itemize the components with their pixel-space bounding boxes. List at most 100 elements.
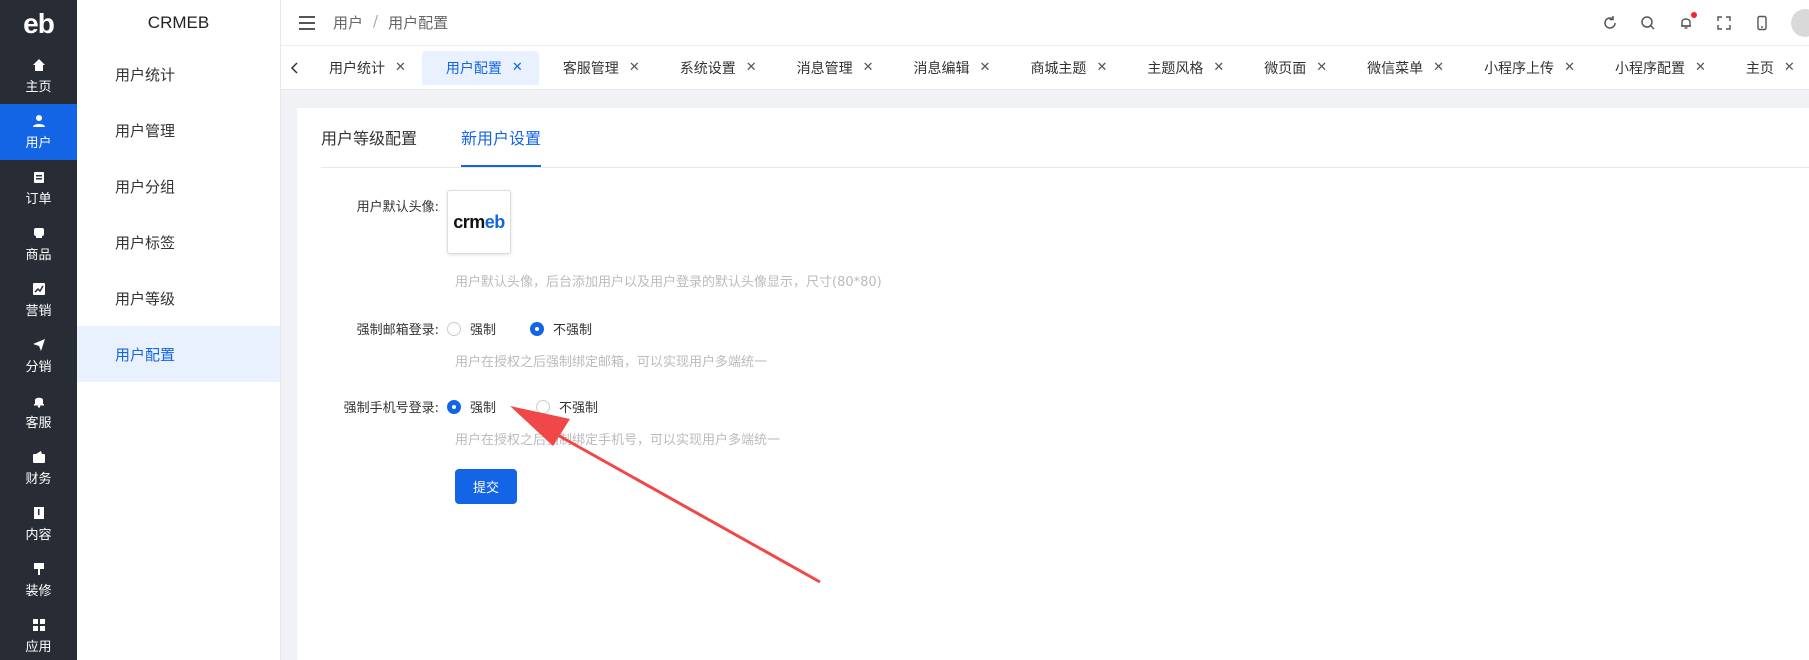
tab-message-manage[interactable]: 消息管理 ✕: [773, 51, 890, 85]
tab-label: 微页面: [1264, 60, 1307, 77]
rail-item-label: 营销: [25, 304, 52, 319]
notification-bell-icon[interactable]: [1677, 12, 1697, 32]
phone-not-force-radio[interactable]: 不强制: [536, 397, 598, 416]
tab-message-edit[interactable]: 消息编辑 ✕: [890, 51, 1007, 85]
app-logo[interactable]: eb: [0, 0, 77, 48]
fullscreen-icon[interactable]: [1715, 14, 1733, 32]
submit-button[interactable]: 提交: [455, 469, 517, 504]
rail-item-service[interactable]: 客服: [0, 384, 77, 440]
rail-item-label: 装修: [25, 584, 52, 599]
radio-circle: [447, 399, 461, 414]
tab-user-config[interactable]: 用户配置 ✕: [421, 50, 539, 85]
chevron-left-icon[interactable]: [285, 61, 305, 75]
inner-tabs: 用户等级配置 新用户设置: [321, 108, 1809, 168]
user-avatar[interactable]: [1791, 9, 1809, 37]
close-icon[interactable]: ✕: [1564, 60, 1575, 75]
breadcrumb-item-current: 用户配置: [388, 14, 449, 32]
tab-miniapp-upload[interactable]: 小程序上传 ✕: [1460, 51, 1591, 85]
rail-item-product[interactable]: 商品: [0, 216, 77, 272]
radio-label: 强制: [470, 323, 497, 338]
chart-icon: [31, 281, 47, 297]
close-icon[interactable]: ✕: [1316, 60, 1327, 75]
email-force-radio[interactable]: 强制: [447, 319, 496, 338]
default-avatar-upload[interactable]: crmeb: [447, 190, 511, 254]
tab-mall-theme[interactable]: 商城主题 ✕: [1006, 51, 1123, 85]
rail-item-label: 客服: [25, 416, 52, 431]
crmeb-logo-part-b: eb: [484, 211, 506, 232]
email-login-label: 强制邮箱登录:: [356, 323, 439, 338]
top-header: 用户 / 用户配置: [281, 0, 1809, 46]
email-not-force-radio[interactable]: 不强制: [530, 319, 592, 338]
avatar-row: 用户默认头像: crmeb: [297, 190, 511, 254]
submenu-item-user-stats[interactable]: 用户统计: [77, 46, 280, 102]
tab-label: 商城主题: [1030, 60, 1087, 77]
phone-login-row: 强制手机号登录: 强制 不强制: [297, 397, 598, 416]
submenu-item-user-level[interactable]: 用户等级: [77, 270, 280, 326]
close-icon[interactable]: ✕: [863, 60, 874, 75]
tab-new-user-settings[interactable]: 新用户设置: [461, 125, 542, 167]
submenu-item-user-config[interactable]: 用户配置: [77, 326, 280, 382]
phone-force-radio[interactable]: 强制: [447, 397, 496, 416]
phone-login-label: 强制手机号登录:: [343, 401, 439, 416]
tab-wechat-menu[interactable]: 微信菜单 ✕: [1343, 51, 1460, 85]
rail-item-apps[interactable]: 应用: [0, 608, 77, 660]
radio-circle: [447, 321, 461, 336]
tab-service-manage[interactable]: 客服管理 ✕: [539, 51, 656, 85]
tab-theme-style[interactable]: 主题风格 ✕: [1123, 51, 1240, 85]
rail-item-content[interactable]: 内容: [0, 496, 77, 552]
rail-item-label: 分销: [25, 360, 52, 375]
rail-item-marketing[interactable]: 营销: [0, 272, 77, 328]
submenu-item-user-group[interactable]: 用户分组: [77, 158, 280, 214]
avatar-label: 用户默认头像:: [356, 200, 439, 215]
wallet-icon: [31, 449, 47, 465]
rail-item-label: 内容: [25, 528, 52, 543]
book-icon: [31, 505, 47, 521]
close-icon[interactable]: ✕: [395, 60, 406, 75]
tab-label: 主题风格: [1147, 60, 1204, 77]
header-tools: [1601, 0, 1809, 46]
main-rail: eb 主页 用户 订单 商品 营销 分销 客服 财务 内容 装修 应用: [0, 0, 77, 660]
brush-icon: [31, 561, 47, 577]
close-icon[interactable]: ✕: [980, 60, 991, 75]
avatar-hint: 用户默认头像，后台添加用户以及用户登录的默认头像显示，尺寸(80*80): [455, 275, 882, 290]
submenu-item-user-tags[interactable]: 用户标签: [77, 214, 280, 270]
phone-login-hint: 用户在授权之后强制绑定手机号，可以实现用户多端统一: [455, 433, 781, 448]
close-icon[interactable]: ✕: [1784, 60, 1795, 75]
submenu-item-user-manage[interactable]: 用户管理: [77, 102, 280, 158]
close-icon[interactable]: ✕: [1695, 60, 1706, 75]
email-login-hint: 用户在授权之后强制绑定邮箱，可以实现用户多端统一: [455, 355, 768, 370]
rail-item-finance[interactable]: 财务: [0, 440, 77, 496]
close-icon[interactable]: ✕: [1096, 60, 1107, 75]
notification-dot: [1691, 12, 1697, 18]
breadcrumb-item-user[interactable]: 用户: [333, 12, 363, 33]
email-login-radio-group: 强制 不强制: [447, 319, 592, 338]
search-icon[interactable]: [1639, 14, 1657, 32]
send-icon: [31, 337, 47, 353]
menu-toggle-icon[interactable]: [299, 15, 315, 30]
rail-item-home[interactable]: 主页: [0, 48, 77, 104]
refresh-icon[interactable]: [1601, 14, 1619, 32]
close-icon[interactable]: ✕: [1433, 60, 1444, 75]
tab-micro-page[interactable]: 微页面 ✕: [1240, 51, 1343, 85]
close-icon[interactable]: ✕: [512, 60, 523, 75]
mobile-preview-icon[interactable]: [1753, 14, 1771, 32]
rail-item-distribution[interactable]: 分销: [0, 328, 77, 384]
tab-miniapp-config[interactable]: 小程序配置 ✕: [1591, 51, 1722, 85]
radio-circle: [536, 399, 551, 414]
tab-user-stats[interactable]: 用户统计 ✕: [305, 51, 422, 85]
rail-item-decoration[interactable]: 装修: [0, 552, 77, 608]
tab-user-level-config[interactable]: 用户等级配置: [321, 125, 417, 167]
rail-item-label: 订单: [25, 192, 52, 207]
tab-label: 小程序上传: [1484, 60, 1555, 77]
rail-item-user[interactable]: 用户: [0, 104, 77, 160]
content-card: 用户等级配置 新用户设置 用户默认头像: crmeb 用户默认头像，后台添加用户…: [297, 108, 1809, 660]
close-icon[interactable]: ✕: [629, 60, 640, 75]
close-icon[interactable]: ✕: [1213, 60, 1224, 75]
rail-item-label: 用户: [25, 136, 52, 151]
tab-label: 消息管理: [796, 60, 853, 77]
close-icon[interactable]: ✕: [746, 60, 757, 75]
breadcrumb: 用户 / 用户配置: [333, 12, 448, 33]
rail-item-order[interactable]: 订单: [0, 160, 77, 216]
tab-system-settings[interactable]: 系统设置 ✕: [656, 51, 773, 85]
tab-home[interactable]: 主页 ✕: [1722, 51, 1809, 85]
